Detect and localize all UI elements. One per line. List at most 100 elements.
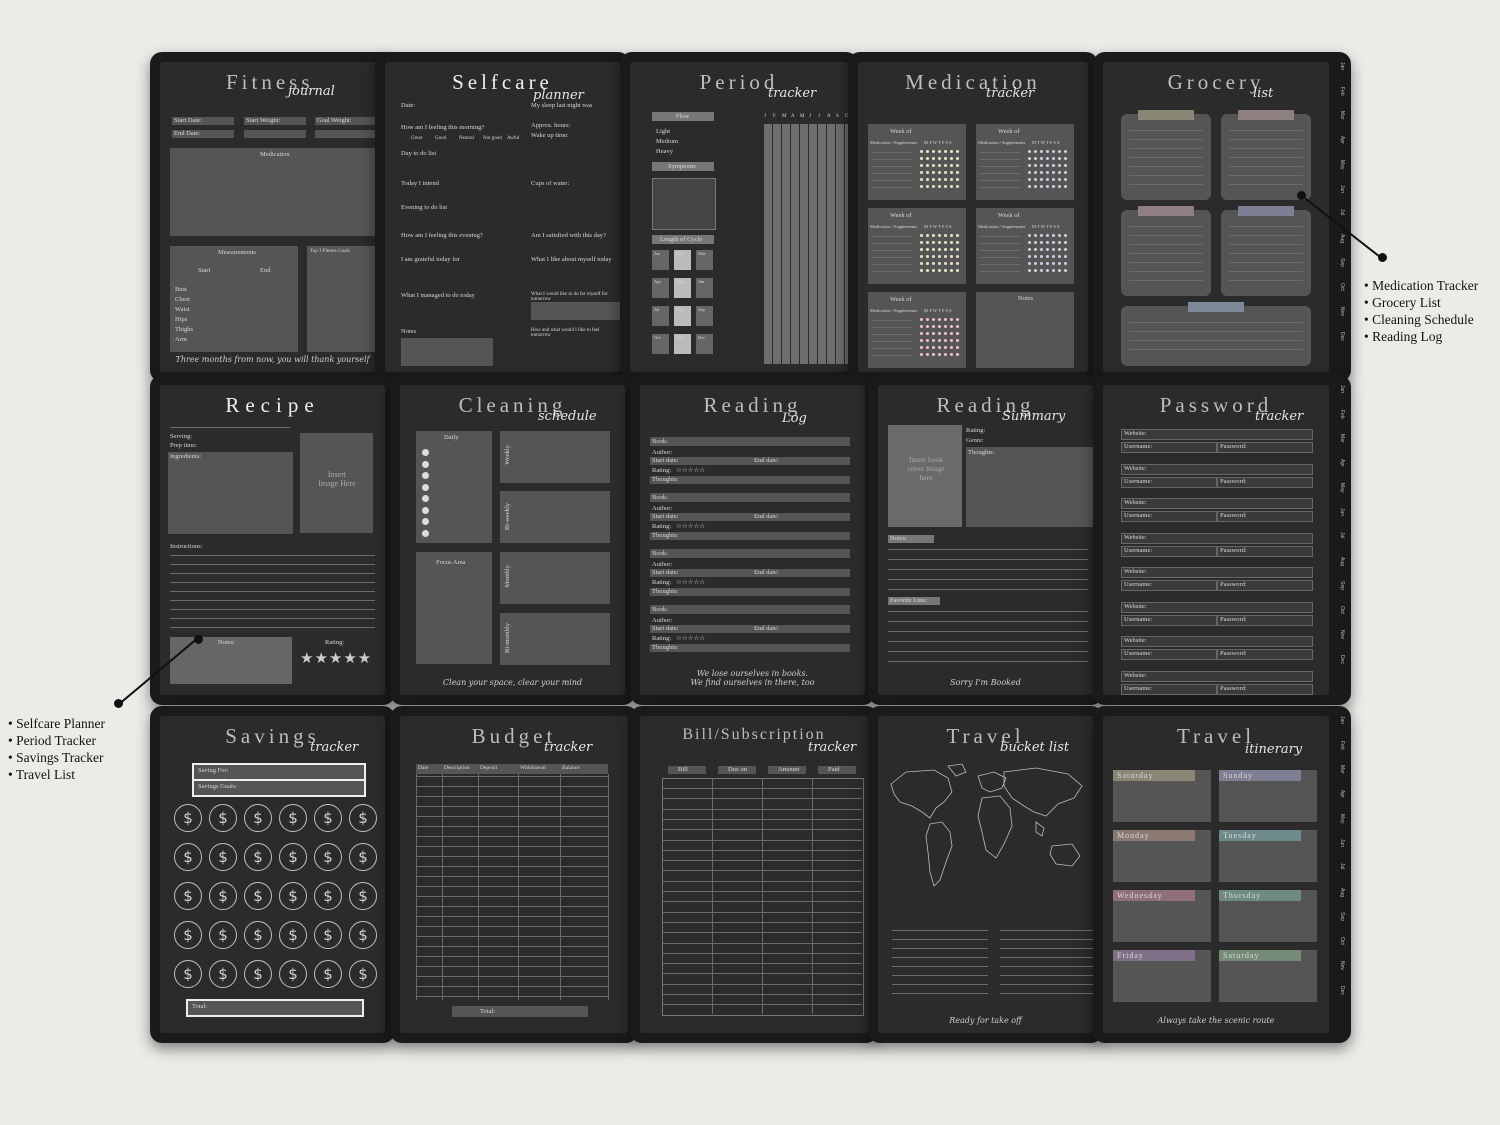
med-line: [872, 320, 912, 321]
dollar-coin[interactable]: $: [314, 843, 342, 871]
dollar-coin[interactable]: $: [349, 804, 377, 832]
month-tab[interactable]: Sep: [1339, 912, 1345, 937]
month-tab[interactable]: Jul: [1339, 863, 1345, 888]
start-label: Start date:: [652, 625, 679, 632]
month-tab[interactable]: Oct: [1339, 283, 1345, 308]
dollar-coin[interactable]: $: [209, 804, 237, 832]
month-tab[interactable]: Nov: [1339, 961, 1345, 986]
username-label: Username:: [1124, 443, 1153, 450]
start-label: Start date:: [652, 569, 679, 576]
dollar-coin[interactable]: $: [314, 882, 342, 910]
month-tab[interactable]: Jan: [1339, 716, 1345, 741]
month-tab[interactable]: May: [1339, 483, 1345, 508]
month-tab[interactable]: Sep: [1339, 581, 1345, 606]
month-tab[interactable]: Aug: [1339, 557, 1345, 582]
budget-tracker-tablet: Budget tracker Date Description Deposit Wit…: [390, 706, 638, 1043]
dose-dot: [1058, 150, 1061, 153]
world-map-icon: [890, 763, 1083, 887]
dollar-coin[interactable]: $: [174, 843, 202, 871]
dollar-coin[interactable]: $: [349, 843, 377, 871]
dollar-coin[interactable]: $: [349, 960, 377, 988]
month-tab[interactable]: Jul: [1339, 532, 1345, 557]
month-tab[interactable]: Mar: [1339, 111, 1345, 136]
month-tab[interactable]: Apr: [1339, 136, 1345, 161]
month-tab[interactable]: Aug: [1339, 234, 1345, 259]
month-tab[interactable]: May: [1339, 814, 1345, 839]
month-tab[interactable]: Dec: [1339, 655, 1345, 680]
dollar-coin[interactable]: $: [174, 804, 202, 832]
month-tab[interactable]: Dec: [1339, 986, 1345, 1011]
row-line: [662, 829, 862, 831]
month-tab[interactable]: Jun: [1339, 185, 1345, 210]
dollar-coin[interactable]: $: [314, 921, 342, 949]
book-label: Book:: [652, 550, 668, 557]
dollar-coin[interactable]: $: [209, 843, 237, 871]
dollar-coin[interactable]: $: [174, 921, 202, 949]
reading-log-page: Reading Log Book: Author: Start date: End d…: [640, 385, 865, 695]
note-line: [888, 589, 1088, 590]
total-label[interactable]: Total:: [192, 1003, 207, 1010]
dollar-coin[interactable]: $: [279, 921, 307, 949]
month-tab[interactable]: Feb: [1339, 741, 1345, 766]
dollar-coin[interactable]: $: [244, 882, 272, 910]
bucket-line: [892, 975, 988, 976]
month-tab[interactable]: Nov: [1339, 630, 1345, 655]
dollar-coin[interactable]: $: [279, 882, 307, 910]
month-tabs[interactable]: Jan Feb Mar Apr May Jun Jul Aug Sep Oct Nov Dec: [1339, 716, 1349, 1010]
column-header: Due on: [728, 766, 747, 773]
month-tab[interactable]: Sep: [1339, 258, 1345, 283]
savings-goals-label[interactable]: Savings Goals:: [198, 783, 237, 790]
month-tab[interactable]: Jun: [1339, 839, 1345, 864]
dollar-coin[interactable]: $: [174, 960, 202, 988]
dose-dot: [920, 150, 923, 153]
dollar-coin[interactable]: $: [244, 804, 272, 832]
month-tab[interactable]: May: [1339, 160, 1345, 185]
page-title: Recipe: [225, 393, 320, 417]
password-label: Password:: [1220, 546, 1247, 554]
month-tabs[interactable]: Jan Feb Mar Apr May Jun Jul Aug Sep Oct Nov Dec: [1339, 385, 1349, 679]
dollar-coin[interactable]: $: [244, 921, 272, 949]
month-tabs[interactable]: Jan Feb Mar Apr May Jun Jul Aug Sep Oct Nov Dec: [1339, 62, 1349, 356]
dollar-coin[interactable]: $: [174, 882, 202, 910]
month-tab[interactable]: Jan: [1339, 62, 1345, 87]
month-tab[interactable]: Nov: [1339, 307, 1345, 332]
grocery-list-tablet: Grocery list Jan Feb Mar Apr May Jun Jul Aug Sep…: [1093, 52, 1351, 382]
dollar-coin[interactable]: $: [349, 921, 377, 949]
period-column: [764, 124, 772, 364]
month-tab[interactable]: Jun: [1339, 508, 1345, 533]
month-tab[interactable]: Apr: [1339, 790, 1345, 815]
thoughts-label: Thoughts:: [652, 532, 679, 539]
dollar-coin[interactable]: $: [209, 882, 237, 910]
dollar-coin[interactable]: $: [279, 843, 307, 871]
notes-label: Notes: [1018, 295, 1034, 302]
month-tab[interactable]: Aug: [1339, 888, 1345, 913]
month-tab[interactable]: Mar: [1339, 434, 1345, 459]
saving-for-label[interactable]: Saving For:: [198, 767, 229, 774]
bill-subscription-tablet: Bill/Subscription tracker Bill Due on Amou…: [630, 706, 878, 1043]
rating-stars[interactable]: ★★★★★: [300, 649, 372, 668]
month-tab[interactable]: Dec: [1339, 332, 1345, 357]
dollar-coin[interactable]: $: [314, 804, 342, 832]
cycle-month: Nov: [676, 335, 684, 340]
password-label: Password:: [1220, 615, 1247, 623]
dollar-coin[interactable]: $: [279, 960, 307, 988]
month-tab[interactable]: Oct: [1339, 937, 1345, 962]
month-tab[interactable]: Oct: [1339, 606, 1345, 631]
cycle-month: Oct: [654, 335, 661, 340]
dose-dot: [926, 353, 929, 356]
month-tab[interactable]: Mar: [1339, 765, 1345, 790]
dollar-coin[interactable]: $: [209, 960, 237, 988]
dollar-coin[interactable]: $: [209, 921, 237, 949]
dose-dot: [1058, 269, 1061, 272]
dollar-coin[interactable]: $: [244, 843, 272, 871]
month-tab[interactable]: Feb: [1339, 410, 1345, 435]
dollar-coin[interactable]: $: [244, 960, 272, 988]
month-tab[interactable]: Apr: [1339, 459, 1345, 484]
dollar-coin[interactable]: $: [349, 882, 377, 910]
month-tab[interactable]: Feb: [1339, 87, 1345, 112]
dollar-coin[interactable]: $: [314, 960, 342, 988]
field-label: Goal Weight:: [317, 117, 352, 124]
dollar-coin[interactable]: $: [279, 804, 307, 832]
month-tab[interactable]: Jan: [1339, 385, 1345, 410]
column-header: Deposit: [480, 765, 498, 771]
